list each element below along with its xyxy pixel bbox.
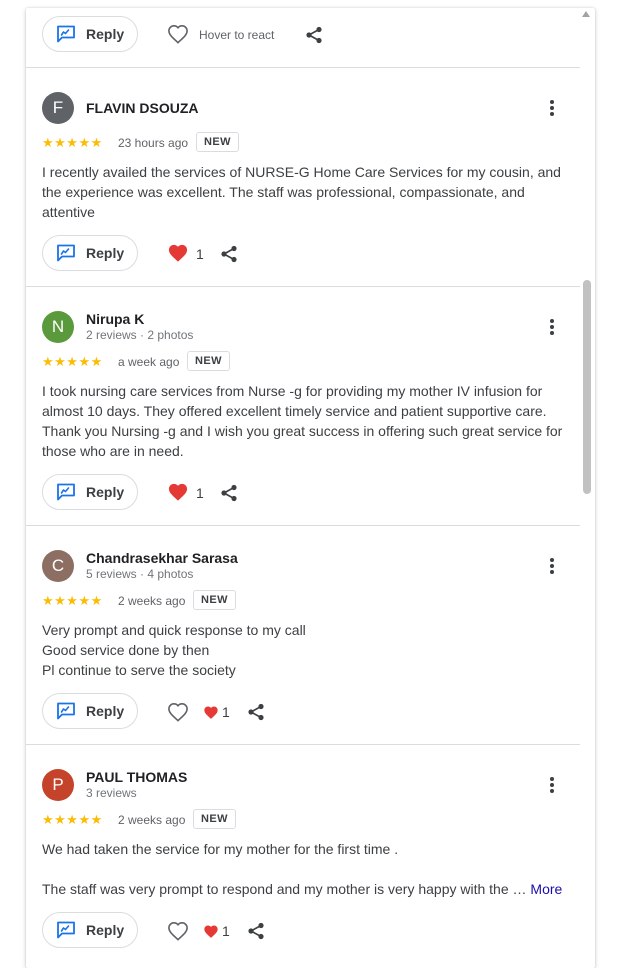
review-date: 23 hours ago	[118, 136, 189, 150]
hover-to-react-label: Hover to react	[199, 28, 275, 42]
share-icon	[248, 703, 264, 721]
reaction-button[interactable]	[166, 480, 190, 504]
reply-label: Reply	[86, 26, 125, 42]
divider	[26, 525, 580, 526]
more-options-button[interactable]	[540, 96, 564, 120]
avatar[interactable]: C	[42, 550, 74, 582]
star-rating: ★★★★★	[42, 354, 103, 369]
review-text-line: Good service done by then	[42, 642, 210, 658]
review-text-line: We had taken the service for my mother f…	[42, 841, 399, 857]
like-button[interactable]	[166, 700, 190, 724]
new-badge: NEW	[196, 132, 239, 152]
divider	[26, 286, 580, 287]
reply-button[interactable]: Reply	[42, 693, 138, 729]
divider	[26, 67, 580, 68]
reply-label: Reply	[86, 484, 125, 500]
avatar[interactable]: P	[42, 769, 74, 801]
reply-icon	[57, 25, 75, 43]
more-vert-icon	[550, 558, 554, 574]
reply-icon	[57, 483, 75, 501]
reply-label: Reply	[86, 245, 125, 261]
reviewer-name[interactable]: Chandrasekhar Sarasa	[86, 550, 238, 566]
more-link[interactable]: More	[530, 881, 562, 897]
reply-button[interactable]: Reply	[42, 235, 138, 271]
star-rating: ★★★★★	[42, 812, 103, 827]
review-text-line: Pl continue to serve the society	[42, 662, 236, 678]
reaction-count: 1	[196, 485, 204, 501]
reaction-button[interactable]	[199, 919, 223, 943]
more-vert-icon	[550, 100, 554, 116]
reviewer-name[interactable]: Nirupa K	[86, 311, 144, 327]
heart-filled-icon	[168, 483, 188, 501]
more-options-button[interactable]	[540, 554, 564, 578]
share-button[interactable]	[217, 481, 241, 505]
reviewer-meta: 3 reviews	[86, 786, 137, 800]
review-date: a week ago	[118, 355, 180, 369]
reply-icon	[57, 244, 75, 262]
heart-filled-icon	[168, 244, 188, 262]
review-text-line: Very prompt and quick response to my cal…	[42, 622, 306, 638]
heart-outline-icon	[168, 702, 188, 722]
more-vert-icon	[550, 319, 554, 335]
reaction-count: 1	[196, 246, 204, 262]
reaction-button[interactable]	[166, 241, 190, 265]
more-options-button[interactable]	[540, 773, 564, 797]
heart-outline-icon	[168, 921, 188, 941]
share-icon	[248, 922, 264, 940]
share-icon	[306, 26, 322, 44]
reviewer-meta: 2 reviews · 2 photos	[86, 328, 194, 342]
review-text: I recently availed the services of NURSE…	[42, 164, 561, 220]
more-options-button[interactable]	[540, 315, 564, 339]
share-button[interactable]	[217, 242, 241, 266]
new-badge: NEW	[187, 351, 230, 371]
scrollbar-thumb[interactable]	[583, 280, 591, 494]
star-rating: ★★★★★	[42, 135, 103, 150]
reply-button[interactable]: Reply	[42, 912, 138, 948]
more-vert-icon	[550, 777, 554, 793]
reviewer-name[interactable]: FLAVIN DSOUZA	[86, 100, 199, 116]
new-badge: NEW	[193, 809, 236, 829]
heart-outline-icon	[168, 24, 188, 44]
reply-label: Reply	[86, 922, 125, 938]
share-icon	[221, 245, 237, 263]
share-button[interactable]	[302, 23, 326, 47]
like-button[interactable]	[166, 919, 190, 943]
avatar[interactable]: N	[42, 311, 74, 343]
share-button[interactable]	[244, 919, 268, 943]
avatar[interactable]: F	[42, 92, 74, 124]
like-button[interactable]	[166, 22, 190, 46]
scroll-up-arrow[interactable]	[582, 11, 590, 17]
divider	[26, 744, 580, 745]
review-text: We had taken the service for my mother f…	[42, 839, 567, 899]
reaction-count: 1	[222, 923, 230, 939]
reply-button[interactable]: Reply	[42, 16, 138, 52]
review-date: 2 weeks ago	[118, 813, 186, 827]
share-icon	[221, 484, 237, 502]
reply-label: Reply	[86, 703, 125, 719]
heart-filled-icon	[204, 925, 218, 938]
star-rating: ★★★★★	[42, 593, 103, 608]
reply-icon	[57, 921, 75, 939]
heart-filled-icon	[204, 706, 218, 719]
reply-button[interactable]: Reply	[42, 474, 138, 510]
reviewer-meta: 5 reviews · 4 photos	[86, 567, 194, 581]
reviewer-name[interactable]: PAUL THOMAS	[86, 769, 187, 785]
review-date: 2 weeks ago	[118, 594, 186, 608]
share-button[interactable]	[244, 700, 268, 724]
review-text: I took nursing care services from Nurse …	[42, 383, 563, 459]
new-badge: NEW	[193, 590, 236, 610]
reviews-panel: Reply Hover to react F FLAVIN DSOUZA ★★★…	[26, 8, 595, 968]
review-text-line: The staff was very prompt to respond and…	[42, 881, 527, 897]
reaction-button[interactable]	[199, 700, 223, 724]
review-text: Very prompt and quick response to my cal…	[42, 620, 567, 680]
reply-icon	[57, 702, 75, 720]
reaction-count: 1	[222, 704, 230, 720]
